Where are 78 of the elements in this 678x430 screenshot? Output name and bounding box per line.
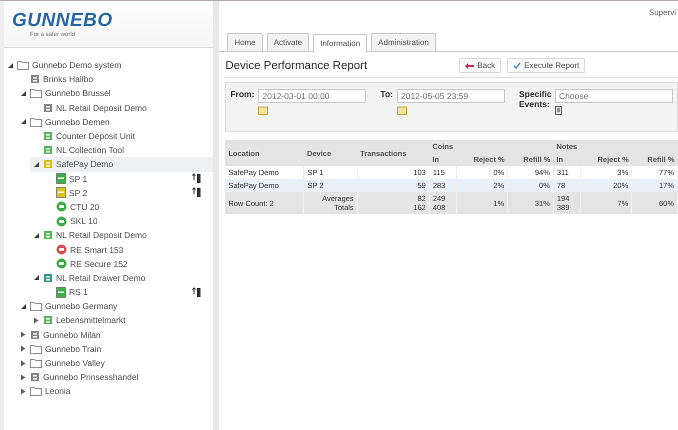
building-icon	[43, 159, 53, 170]
tree-item[interactable]: Gunnebo Demo system	[32, 60, 122, 70]
expand-arrow-icon[interactable]	[20, 345, 27, 352]
building-icon	[43, 131, 53, 142]
tree-item[interactable]: RE Smart 153	[70, 244, 124, 255]
tree-item[interactable]: NL Collection Tool	[56, 145, 124, 156]
expand-arrow-icon[interactable]	[20, 360, 27, 367]
tree-item[interactable]: Gunnebo Prinsesshandel	[43, 372, 138, 382]
building-icon	[43, 102, 53, 113]
brand-logo: GUNNEBO	[12, 10, 113, 32]
tree-item[interactable]: Gunnebo Milan	[43, 330, 101, 340]
building-icon	[30, 372, 40, 382]
tree-item[interactable]: Gunnebo Brussel	[45, 88, 111, 98]
expand-arrow-icon[interactable]	[33, 316, 40, 324]
tree-item[interactable]: Lebensmittelmarkt	[56, 315, 126, 326]
safe-icon	[56, 286, 66, 298]
building-icon	[30, 330, 40, 340]
folder-icon	[30, 344, 42, 354]
folder-icon	[17, 60, 29, 70]
tree-item[interactable]: NL Retail Deposit Demo	[56, 102, 147, 113]
folder-icon	[30, 386, 42, 396]
tree-item[interactable]: Gunnebo Valley	[45, 358, 105, 368]
collapse-arrow-icon[interactable]	[20, 302, 27, 310]
folder-icon	[30, 358, 42, 368]
device-icon	[56, 258, 67, 270]
tree-item[interactable]: SKL 10	[70, 216, 98, 226]
tree-item[interactable]: SP 2	[69, 188, 88, 198]
to-date-field[interactable]: 2012-05-05 23:59	[397, 89, 505, 103]
execute-report-button[interactable]: Execute Report	[507, 58, 586, 73]
tree-item[interactable]: RE Secure 152	[70, 258, 128, 269]
tree-item[interactable]: CTU 20	[70, 202, 100, 212]
tree-item[interactable]: Leonia	[45, 386, 71, 396]
building-icon	[43, 272, 53, 283]
safe-icon	[56, 187, 66, 198]
from-label: From:	[230, 89, 254, 101]
collapse-arrow-icon[interactable]	[20, 118, 27, 126]
tree-item[interactable]: Gunnebo Demen	[45, 116, 110, 127]
expand-arrow-icon[interactable]	[20, 388, 27, 395]
tab[interactable]: Home	[227, 33, 263, 51]
building-icon	[43, 145, 53, 156]
user-name[interactable]: Supervi	[648, 8, 678, 16]
collapse-arrow-icon[interactable]	[33, 274, 40, 282]
device-icon	[56, 244, 67, 256]
to-label: To:	[380, 89, 393, 101]
folder-icon	[30, 88, 42, 98]
building-icon	[30, 74, 40, 84]
back-arrow-icon	[465, 62, 474, 68]
expand-arrow-icon[interactable]	[20, 374, 27, 381]
collapse-arrow-icon[interactable]	[33, 232, 40, 239]
events-field[interactable]: Choose	[555, 89, 673, 103]
safe-icon	[56, 173, 66, 184]
from-date-field[interactable]: 2012-03-01 00:00	[258, 89, 366, 103]
tree-item[interactable]: Gunnebo Train	[45, 344, 102, 354]
check-icon	[513, 62, 522, 69]
tree-item[interactable]: Gunnebo Germany	[45, 301, 118, 312]
tab[interactable]: Administration	[371, 33, 436, 51]
tab[interactable]: Activate	[266, 33, 310, 51]
device-icon	[56, 201, 67, 212]
collapse-arrow-icon[interactable]	[20, 90, 27, 97]
tab[interactable]: Information	[313, 34, 368, 52]
building-icon	[43, 230, 53, 240]
device-icon	[56, 216, 67, 227]
tree-item[interactable]: RS 1	[69, 287, 88, 298]
collapse-arrow-icon[interactable]	[33, 160, 40, 168]
tree-item[interactable]: NL Retail Drawer Demo	[56, 272, 146, 283]
folder-icon	[30, 116, 42, 127]
back-button[interactable]: Back	[459, 58, 502, 73]
expand-arrow-icon[interactable]	[20, 331, 27, 338]
report-title: Device Performance Report	[225, 60, 368, 72]
building-icon	[43, 315, 53, 326]
list-icon[interactable]	[555, 106, 562, 115]
tree-item[interactable]: NL Retail Deposit Demo	[56, 230, 147, 240]
folder-icon	[30, 301, 42, 312]
collapse-arrow-icon[interactable]	[7, 62, 14, 69]
tree-item[interactable]: Counter Deposit Unit	[56, 131, 135, 142]
events-label: Specific Events:	[519, 89, 551, 111]
tree-item[interactable]: SP 1	[69, 174, 88, 184]
tree-item[interactable]: Brinks Hallbo	[43, 74, 94, 84]
